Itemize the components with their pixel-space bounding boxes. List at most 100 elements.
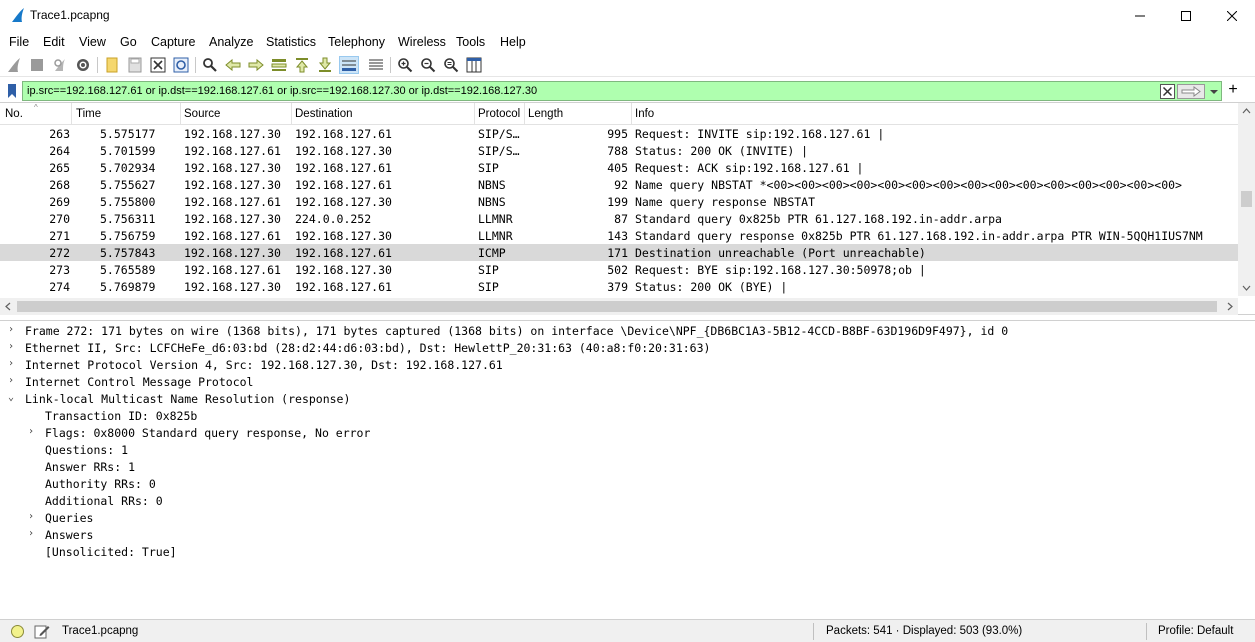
detail-tree-item[interactable]: › Ethernet II, Src: LCFCHeFe_d6:03:bd (28… — [0, 339, 1255, 356]
menu-tools[interactable]: Tools — [456, 35, 485, 49]
detail-tree-item[interactable]: Answer RRs: 1 — [0, 458, 1255, 475]
go-forward-button[interactable] — [247, 56, 265, 74]
menu-edit[interactable]: Edit — [43, 35, 65, 49]
col-header-destination[interactable]: Destination — [295, 108, 353, 120]
add-filter-button[interactable]: + — [1224, 81, 1242, 101]
menu-file[interactable]: File — [9, 35, 29, 49]
detail-tree-item[interactable]: Transaction ID: 0x825b — [0, 407, 1255, 424]
zoom-normal-button[interactable] — [442, 56, 460, 74]
cell-destination: 192.168.127.30 — [295, 144, 392, 158]
minimize-button[interactable] — [1117, 0, 1163, 32]
menu-telephony[interactable]: Telephony — [328, 35, 385, 49]
detail-tree-item[interactable]: ⌄ Link-local Multicast Name Resolution (r… — [0, 390, 1255, 407]
reload-file-button[interactable] — [172, 56, 190, 74]
detail-tree-label: Ethernet II, Src: LCFCHeFe_d6:03:bd (28:… — [25, 341, 711, 355]
close-file-icon — [150, 57, 166, 73]
scroll-right-icon[interactable] — [1221, 298, 1238, 315]
cell-destination: 192.168.127.30 — [295, 263, 392, 277]
detail-tree-item[interactable]: › Queries — [0, 509, 1255, 526]
col-header-length[interactable]: Length — [528, 108, 563, 120]
resize-columns-icon — [466, 57, 482, 73]
menu-view[interactable]: View — [79, 35, 106, 49]
packet-row[interactable]: 264 5.701599 192.168.127.61 192.168.127.30 S… — [0, 142, 1238, 159]
col-header-time[interactable]: Time — [76, 108, 101, 120]
maximize-button[interactable] — [1163, 0, 1209, 32]
chevron-right-icon[interactable]: › — [8, 341, 14, 352]
col-header-protocol[interactable]: Protocol — [478, 108, 520, 120]
cell-protocol: NBNS — [478, 195, 506, 209]
packet-row[interactable]: 271 5.756759 192.168.127.61 192.168.127.30 L… — [0, 227, 1238, 244]
scroll-up-icon[interactable] — [1238, 103, 1255, 120]
packet-row[interactable]: 273 5.765589 192.168.127.61 192.168.127.30 S… — [0, 261, 1238, 278]
scroll-left-icon[interactable] — [0, 298, 17, 315]
packet-row[interactable]: 263 5.575177 192.168.127.30 192.168.127.61 S… — [0, 125, 1238, 142]
detail-tree-item[interactable]: Authority RRs: 0 — [0, 475, 1255, 492]
detail-tree-item[interactable]: › Internet Protocol Version 4, Src: 192.1… — [0, 356, 1255, 373]
cell-length: 87 — [614, 212, 628, 226]
detail-tree-item[interactable]: Questions: 1 — [0, 441, 1255, 458]
chevron-right-icon[interactable]: › — [8, 375, 14, 386]
cell-info: Name query response NBSTAT — [635, 195, 816, 209]
menu-capture[interactable]: Capture — [151, 35, 195, 49]
detail-tree-item[interactable]: [Unsolicited: True] — [0, 543, 1255, 560]
display-filter-text[interactable]: ip.src==192.168.127.61 or ip.dst==192.16… — [27, 85, 537, 97]
restart-capture-button[interactable] — [51, 56, 69, 74]
scroll-down-icon[interactable] — [1238, 279, 1255, 296]
col-header-info[interactable]: Info — [635, 108, 654, 120]
detail-tree-item[interactable]: › Flags: 0x8000 Standard query response, … — [0, 424, 1255, 441]
resize-columns-button[interactable] — [465, 56, 483, 74]
zoom-out-button[interactable] — [419, 56, 437, 74]
packet-list-vertical-scrollbar[interactable] — [1238, 103, 1255, 296]
display-filter-input[interactable]: ip.src==192.168.127.61 or ip.dst==192.16… — [22, 81, 1222, 101]
chevron-down-icon[interactable] — [1207, 84, 1221, 99]
expert-info-led-icon[interactable] — [11, 625, 24, 638]
col-header-source[interactable]: Source — [184, 108, 220, 120]
menu-analyze[interactable]: Analyze — [209, 35, 253, 49]
start-capture-button[interactable] — [5, 56, 23, 74]
zoom-in-button[interactable] — [396, 56, 414, 74]
packet-row[interactable]: 268 5.755627 192.168.127.30 192.168.127.61 N… — [0, 176, 1238, 193]
chevron-right-icon[interactable]: › — [28, 426, 34, 437]
packet-row[interactable]: 274 5.769879 192.168.127.30 192.168.127.61 S… — [0, 278, 1238, 295]
chevron-right-icon[interactable]: › — [28, 511, 34, 522]
detail-tree-item[interactable]: Additional RRs: 0 — [0, 492, 1255, 509]
status-profile[interactable]: Profile: Default — [1158, 625, 1233, 637]
close-file-button[interactable] — [149, 56, 167, 74]
menu-help[interactable]: Help — [500, 35, 526, 49]
colorize-button[interactable] — [367, 56, 385, 74]
close-button[interactable] — [1209, 0, 1255, 32]
detail-tree-item[interactable]: › Internet Control Message Protocol — [0, 373, 1255, 390]
capture-comment-icon[interactable] — [34, 623, 50, 639]
save-file-button[interactable] — [126, 56, 144, 74]
go-last-packet-button[interactable] — [316, 56, 334, 74]
menu-wireless[interactable]: Wireless — [398, 35, 446, 49]
scroll-thumb[interactable] — [17, 301, 1217, 312]
capture-options-button[interactable] — [74, 56, 92, 74]
chevron-down-icon[interactable]: ⌄ — [8, 392, 14, 403]
menu-go[interactable]: Go — [120, 35, 137, 49]
chevron-right-icon[interactable]: › — [8, 324, 14, 335]
cell-time: 5.701599 — [100, 144, 156, 158]
clear-filter-icon[interactable] — [1160, 84, 1175, 99]
packet-row[interactable]: 269 5.755800 192.168.127.61 192.168.127.30 N… — [0, 193, 1238, 210]
find-packet-button[interactable] — [201, 56, 219, 74]
apply-filter-arrow-icon[interactable] — [1177, 84, 1205, 99]
packet-row[interactable]: 272 5.757843 192.168.127.30 192.168.127.61 I… — [0, 244, 1238, 261]
col-header-no[interactable]: No. — [5, 108, 23, 120]
go-back-button[interactable] — [224, 56, 242, 74]
bookmark-icon[interactable] — [3, 82, 21, 100]
autoscroll-button[interactable] — [339, 56, 359, 74]
scroll-thumb[interactable] — [1241, 191, 1252, 207]
go-to-packet-button[interactable] — [270, 56, 288, 74]
detail-tree-item[interactable]: › Frame 272: 171 bytes on wire (1368 bits… — [0, 322, 1255, 339]
packet-row[interactable]: 265 5.702934 192.168.127.30 192.168.127.61 S… — [0, 159, 1238, 176]
open-file-button[interactable] — [103, 56, 121, 74]
stop-capture-button[interactable] — [28, 56, 46, 74]
chevron-right-icon[interactable]: › — [28, 528, 34, 539]
menu-statistics[interactable]: Statistics — [266, 35, 316, 49]
detail-tree-item[interactable]: › Answers — [0, 526, 1255, 543]
packet-row[interactable]: 270 5.756311 192.168.127.30 224.0.0.252 LLMN… — [0, 210, 1238, 227]
go-first-packet-button[interactable] — [293, 56, 311, 74]
chevron-right-icon[interactable]: › — [8, 358, 14, 369]
packet-list-horizontal-scrollbar[interactable] — [0, 298, 1238, 315]
